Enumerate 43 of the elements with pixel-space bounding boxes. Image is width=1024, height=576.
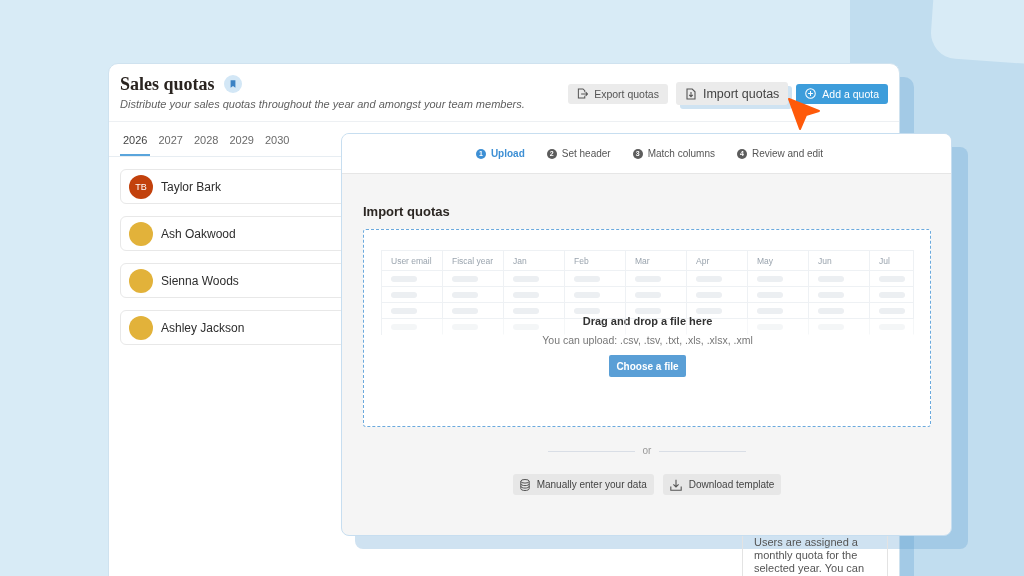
step-label: Match columns [647, 148, 715, 159]
year-tab[interactable]: 2029 [226, 122, 257, 156]
file-export-icon [577, 88, 589, 99]
drop-heading: Drag and drop a file here [582, 314, 713, 328]
drop-hint: You can upload: .csv, .tsv, .txt, .xls, .xlsx, .xml [542, 333, 753, 348]
user-avatar: TB [129, 174, 153, 199]
member-name: Taylor Bark [161, 179, 222, 194]
column-header: Fiscal year [452, 255, 494, 266]
year-tab[interactable]: 2026 [120, 122, 151, 156]
column-header: May [757, 255, 774, 266]
page-subtitle: Distribute your sales quotas throughout the year and amongst your team members. [120, 97, 525, 112]
dialog-title: Import quotas [363, 203, 451, 221]
column-header: User email [391, 255, 432, 266]
step-label: Set header [561, 148, 611, 159]
database-icon [519, 478, 530, 491]
column-header: Jan [513, 255, 527, 266]
cursor-icon [787, 97, 821, 131]
export-button[interactable]: Export quotas [568, 83, 668, 104]
plus-circle-icon [805, 88, 817, 99]
member-name: Ashley Jackson [161, 320, 245, 335]
member-name: Sienna Woods [161, 273, 239, 288]
divider-label: or [642, 444, 652, 458]
avatar-photo-placeholder [129, 268, 153, 293]
year-tab[interactable]: 2027 [155, 122, 186, 156]
manual-entry-button[interactable]: Manually enter your data [512, 474, 654, 495]
file-import-icon [684, 87, 697, 100]
column-header: Jul [879, 255, 890, 266]
avatar-photo-placeholder [129, 221, 153, 246]
step-label: Review and edit [751, 148, 824, 159]
column-header: Mar [635, 255, 650, 266]
year-tab[interactable]: 2028 [190, 122, 222, 156]
year-tab[interactable]: 2030 [261, 122, 293, 156]
download-button[interactable]: Download template [662, 474, 782, 495]
file-drop-zone[interactable]: User email Fiscal year Jan Feb Mar Apr May Jun Jul Drag and drop a file here You can upload: .csv, .tsv, .txt, .xls, .xlsx, .xml Choose a file [363, 229, 931, 427]
column-header: Feb [574, 255, 589, 266]
page-title: Sales quotas [120, 73, 215, 96]
column-header: Jun [818, 255, 832, 266]
member-name: Ash Oakwood [161, 226, 236, 241]
step-label: Upload [490, 148, 525, 159]
bookmark-icon[interactable] [223, 75, 242, 93]
download-icon [669, 478, 682, 491]
column-header: Apr [696, 255, 710, 266]
avatar-photo-placeholder [129, 315, 153, 340]
